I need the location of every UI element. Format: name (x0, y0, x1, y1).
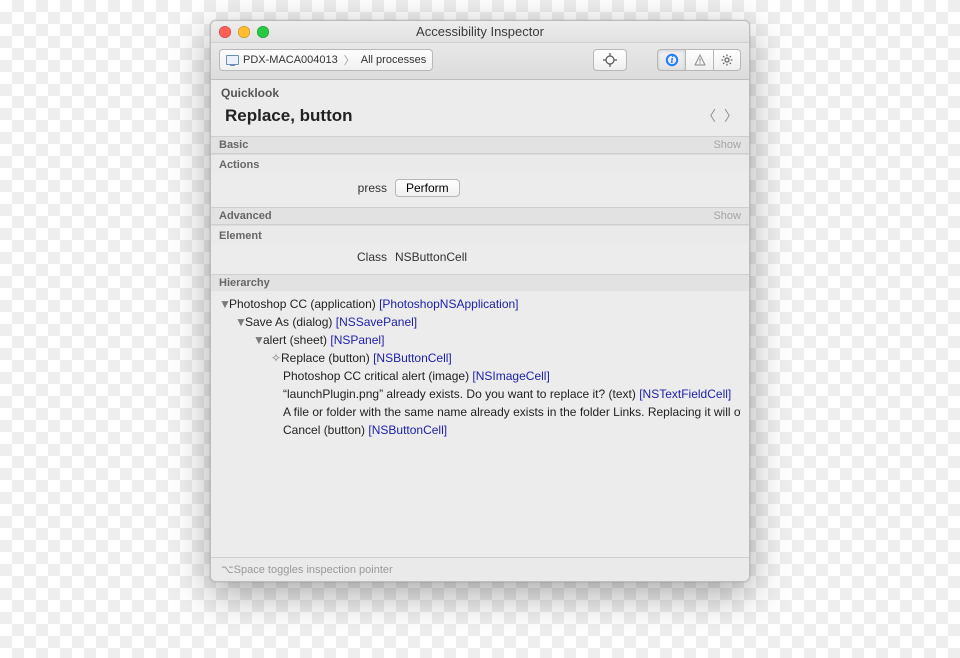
traffic-lights (219, 26, 269, 38)
audit-tab[interactable] (685, 49, 713, 71)
chevron-right-icon[interactable]: 〉 (723, 106, 739, 126)
zoom-icon[interactable] (257, 26, 269, 38)
target-icon (603, 53, 617, 67)
status-hint: ⌥Space toggles inspection pointer (221, 564, 393, 576)
info-icon: i (665, 53, 679, 67)
hierarchy-row[interactable]: ✧Replace (button) [NSButtonCell] (219, 349, 741, 367)
info-tab[interactable]: i (657, 49, 685, 71)
toolbar: PDX-MACA004013 〉 All processes i (211, 43, 749, 80)
computer-icon (226, 55, 239, 65)
quicklook-heading: Replace, button (225, 106, 701, 126)
gear-icon (720, 53, 734, 67)
hierarchy-row[interactable]: Cancel (button) [NSButtonCell] (219, 421, 741, 439)
basic-section-header: Basic Show (211, 136, 749, 154)
element-class-row: Class NSButtonCell (211, 244, 749, 274)
hierarchy-row[interactable]: Photoshop CC critical alert (image) [NSI… (219, 367, 741, 385)
hierarchy-row[interactable]: ▼Save As (dialog) [NSSavePanel] (219, 313, 741, 331)
content-area: Quicklook Replace, button 〈 〉 Basic Show… (211, 80, 749, 581)
close-icon[interactable] (219, 26, 231, 38)
hierarchy-row[interactable]: ▼alert (sheet) [NSPanel] (219, 331, 741, 349)
advanced-show-link[interactable]: Show (713, 210, 741, 222)
chevron-left-icon[interactable]: 〈 (701, 106, 717, 126)
window-title: Accessibility Inspector (211, 24, 749, 39)
warning-icon (693, 53, 707, 67)
element-section-header: Element (211, 225, 749, 244)
quicklook-label: Quicklook (211, 80, 749, 102)
class-value: NSButtonCell (395, 250, 467, 264)
settings-tab[interactable] (713, 49, 741, 71)
advanced-title: Advanced (219, 210, 272, 222)
chevron-right-icon: 〉 (344, 52, 355, 68)
action-name: press (219, 181, 387, 195)
minimize-icon[interactable] (238, 26, 250, 38)
process-scope: All processes (361, 54, 426, 66)
hierarchy-section-header: Hierarchy (211, 274, 749, 291)
mode-segmented: i (657, 49, 741, 71)
hierarchy-title: Hierarchy (219, 277, 270, 289)
advanced-section-header: Advanced Show (211, 207, 749, 225)
class-label: Class (219, 250, 387, 264)
actions-row: press Perform (211, 173, 749, 207)
basic-title: Basic (219, 139, 248, 151)
basic-show-link[interactable]: Show (713, 139, 741, 151)
hierarchy-row[interactable]: A file or folder with the same name alre… (219, 403, 741, 421)
target-breadcrumb[interactable]: PDX-MACA004013 〉 All processes (219, 49, 433, 71)
titlebar: Accessibility Inspector (211, 21, 749, 43)
inspection-pointer-button[interactable] (593, 49, 627, 71)
perform-button[interactable]: Perform (395, 179, 460, 197)
hierarchy-row[interactable]: “launchPlugin.png” already exists. Do yo… (219, 385, 741, 403)
inspector-window: Accessibility Inspector PDX-MACA004013 〉… (210, 20, 750, 582)
svg-text:i: i (670, 55, 673, 66)
hierarchy-row[interactable]: ▼Photoshop CC (application) [PhotoshopNS… (219, 295, 741, 313)
hierarchy-tree: ▼Photoshop CC (application) [PhotoshopNS… (211, 291, 749, 447)
statusbar: ⌥Space toggles inspection pointer (211, 557, 749, 581)
quicklook-nav: 〈 〉 (701, 106, 739, 126)
device-name: PDX-MACA004013 (243, 54, 338, 66)
actions-section-header: Actions (211, 154, 749, 173)
